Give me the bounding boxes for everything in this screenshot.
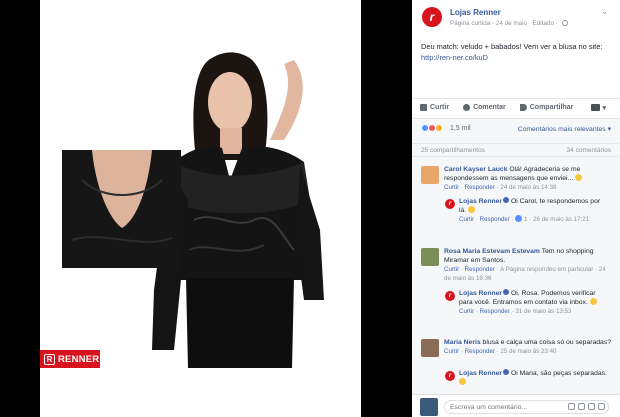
shares-count[interactable]: 25 compartilhamentos	[421, 147, 485, 154]
camera-icon[interactable]	[578, 403, 585, 410]
comment-like-link[interactable]: Curtir	[444, 266, 459, 273]
smile-emoji-icon	[575, 174, 583, 182]
comment-reply-link[interactable]: Responder	[465, 184, 495, 191]
reply-author[interactable]: Lojas Renner	[459, 370, 502, 377]
emoji-icon[interactable]	[568, 403, 575, 410]
page-avatar[interactable]: r	[422, 7, 442, 27]
share-button[interactable]: Compartilhar	[519, 104, 574, 111]
post-body: Deu match: veludo + babados! Vem ver a b…	[421, 42, 613, 63]
comment-text: blusa e calça uma coisa só ou separadas?	[482, 339, 612, 346]
back-detail-photo	[62, 150, 181, 268]
reply-reply-link[interactable]: Responder	[480, 216, 510, 223]
like-reaction-icon	[515, 215, 523, 223]
brand-name: RENNER	[58, 353, 100, 365]
verified-badge-icon	[503, 289, 510, 295]
love-reaction-icon	[428, 124, 436, 132]
page-name-link[interactable]: Lojas Renner	[450, 8, 501, 17]
actions-bar: Curtir Comentar Compartilhar ▾	[412, 98, 620, 116]
share-icon	[519, 104, 527, 111]
post-link[interactable]: http://ren-ner.co/kuD	[421, 53, 488, 62]
smile-emoji-icon	[468, 206, 476, 214]
chevron-down-icon[interactable]: ⌄	[601, 7, 608, 16]
comment-like-link[interactable]: Curtir	[444, 348, 459, 355]
post-meta-text: Página curtida · 24 de maio · Editado ·	[450, 20, 558, 27]
reply-author[interactable]: Lojas Renner	[459, 290, 502, 297]
reply-actions: Curtir · Responder · 1 · 26 de maio às 1…	[459, 215, 590, 224]
globe-icon	[561, 20, 568, 26]
reply-like-link[interactable]: Curtir	[459, 308, 474, 315]
comment-reply-link[interactable]: Responder	[465, 348, 495, 355]
verified-badge-icon	[503, 369, 510, 375]
counts-row: 25 compartilhamentos 34 comentários	[412, 143, 620, 157]
renner-avatar[interactable]: r	[445, 371, 455, 381]
comment-button[interactable]: Comentar	[463, 104, 506, 111]
avatar[interactable]	[421, 166, 439, 184]
reply-like-count: 1	[524, 216, 528, 224]
thumbs-up-icon	[420, 104, 427, 111]
composer-tools	[568, 403, 605, 410]
comment-icon	[463, 104, 471, 111]
verified-badge-icon	[503, 197, 510, 203]
reply-like-link[interactable]: Curtir	[459, 216, 474, 223]
reply-body: Lojas Renner Oi Maria, são peças separad…	[459, 369, 609, 387]
post-photo[interactable]: R RENNER	[40, 0, 361, 417]
feedback-section: 1,5 mil Comentários mais relevantes ▾ 25…	[412, 118, 620, 417]
post-text: Deu match: veludo + babados! Vem ver a b…	[421, 42, 603, 51]
audience-picker[interactable]: ▾	[591, 104, 606, 112]
comment-actions: Curtir · Responder · 24 de maio às 14:38	[444, 184, 557, 192]
share-label: Compartilhar	[529, 104, 574, 111]
reply-actions: Curtir · Responder · 31 de maio às 13:53	[459, 308, 572, 316]
comment-author[interactable]: Maria Neris	[444, 339, 481, 346]
reply-text: Oi Maria, são peças separadas.	[510, 370, 607, 377]
comment-actions: Curtir · Responder · 25 de maio às 23:40	[444, 348, 557, 356]
post-sidebar: r Lojas Renner Página curtida · 24 de ma…	[412, 0, 620, 417]
like-label: Curtir	[430, 104, 450, 111]
comment-like-link[interactable]: Curtir	[444, 184, 459, 191]
sticker-icon[interactable]	[598, 403, 605, 410]
comment-composer	[412, 394, 620, 417]
comment-time[interactable]: 25 de maio às 23:40	[500, 348, 556, 355]
avatar[interactable]	[421, 248, 439, 266]
post-lightbox: R RENNER r Lojas Renner Página curtida ·…	[0, 0, 620, 417]
comment-body: Carol Kayser Lauck Olá! Agradeceria se m…	[444, 165, 614, 192]
comment-author[interactable]: Rosa Maria Estevam Estevam	[444, 248, 540, 255]
avatar	[420, 398, 438, 416]
reply-time[interactable]: 26 de maio às 17:21	[533, 216, 589, 223]
reply-body: Lojas Renner Oi Carol, te respondemos po…	[459, 197, 609, 224]
like-button[interactable]: Curtir	[420, 104, 449, 111]
renner-avatar[interactable]: r	[445, 291, 455, 301]
post-meta: Página curtida · 24 de maio · Editado ·	[450, 20, 568, 27]
comment-author[interactable]: Carol Kayser Lauck	[444, 166, 507, 173]
profile-icon	[591, 104, 601, 111]
renner-badge: R RENNER	[40, 350, 100, 368]
private-reply-note: A Página respondeu em particular	[500, 266, 594, 274]
renner-avatar[interactable]: r	[445, 199, 455, 209]
like-reaction-icon	[421, 124, 429, 132]
comment-label: Comentar	[473, 104, 506, 111]
reaction-count: 1,5 mil	[450, 124, 471, 132]
comment-actions: Curtir · Responder · A Página respondeu …	[444, 266, 606, 283]
reply-body: Lojas Renner Oi, Rosa. Podemos verificar…	[459, 289, 609, 316]
reactions-summary[interactable]: 1,5 mil	[421, 124, 471, 132]
reply-author[interactable]: Lojas Renner	[459, 198, 502, 205]
gif-icon[interactable]	[588, 403, 595, 410]
smile-emoji-icon	[589, 298, 597, 306]
caret-down-icon: ▾	[602, 104, 606, 112]
reply-reply-link[interactable]: Responder	[480, 308, 510, 315]
wow-reaction-icon	[435, 124, 443, 132]
renner-logo-icon: R	[44, 353, 55, 365]
avatar[interactable]	[421, 339, 439, 357]
comment-body: Rosa Maria Estevam Estevam Tem no shoppi…	[444, 247, 614, 283]
comment-body: Maria Neris blusa e calça uma coisa só o…	[444, 338, 614, 356]
comment-reply-link[interactable]: Responder	[465, 266, 495, 273]
smile-emoji-icon	[459, 378, 466, 386]
comment-sort-dropdown[interactable]: Comentários mais relevantes ▾	[518, 125, 611, 133]
comments-count[interactable]: 34 comentários	[567, 147, 611, 154]
reply-time[interactable]: 31 de maio às 13:53	[515, 308, 571, 315]
comment-time[interactable]: 24 de maio às 14:38	[500, 184, 556, 191]
post-header: r Lojas Renner Página curtida · 24 de ma…	[412, 0, 620, 38]
